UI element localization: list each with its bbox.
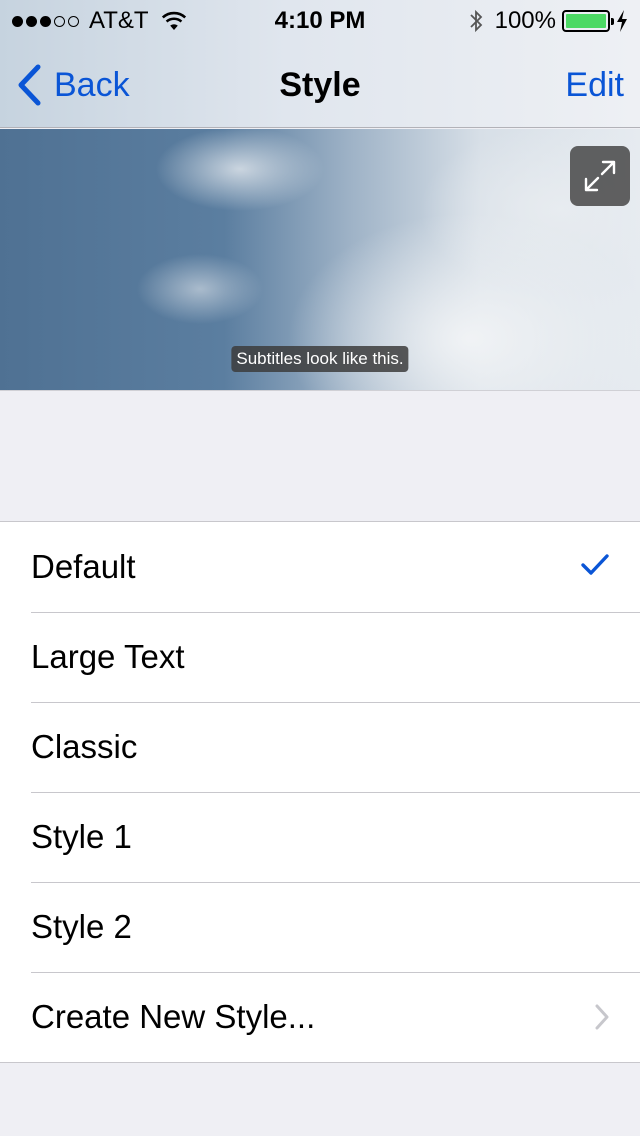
status-bar: AT&T 4:10 PM 100% bbox=[0, 0, 640, 40]
style-row-default[interactable]: Default bbox=[0, 522, 640, 612]
style-label: Classic bbox=[31, 728, 138, 765]
page-title: Style bbox=[279, 66, 361, 104]
expand-icon bbox=[584, 160, 616, 192]
status-right: 100% bbox=[469, 7, 628, 35]
create-new-style-row[interactable]: Create New Style... bbox=[0, 972, 640, 1062]
battery-tip bbox=[611, 18, 614, 25]
subtitle-preview: Subtitles look like this. bbox=[0, 129, 640, 390]
style-label: Default bbox=[31, 548, 136, 585]
top-bar: AT&T 4:10 PM 100% Back Style Edit bbox=[0, 0, 640, 128]
style-list: Default Large Text Classic Style 1 Style… bbox=[0, 521, 640, 1063]
style-label: Style 2 bbox=[31, 908, 132, 945]
navigation-bar: Back Style Edit bbox=[0, 40, 640, 128]
expand-button[interactable] bbox=[570, 146, 630, 206]
edit-button[interactable]: Edit bbox=[565, 66, 624, 105]
battery-fill bbox=[566, 14, 606, 28]
style-row-classic[interactable]: Classic bbox=[0, 702, 640, 792]
style-row-style-1[interactable]: Style 1 bbox=[0, 792, 640, 882]
chevron-right-icon bbox=[595, 1004, 609, 1030]
style-label: Style 1 bbox=[31, 818, 132, 855]
bluetooth-icon bbox=[469, 9, 482, 33]
battery-icon bbox=[562, 10, 614, 32]
create-style-label: Create New Style... bbox=[31, 998, 316, 1035]
charging-icon bbox=[617, 10, 627, 32]
divider bbox=[0, 390, 640, 391]
subtitle-sample: Subtitles look like this. bbox=[231, 346, 409, 372]
style-row-large-text[interactable]: Large Text bbox=[0, 612, 640, 702]
checkmark-icon bbox=[581, 554, 609, 575]
style-row-style-2[interactable]: Style 2 bbox=[0, 882, 640, 972]
battery-percent: 100% bbox=[494, 7, 556, 34]
style-label: Large Text bbox=[31, 638, 185, 675]
